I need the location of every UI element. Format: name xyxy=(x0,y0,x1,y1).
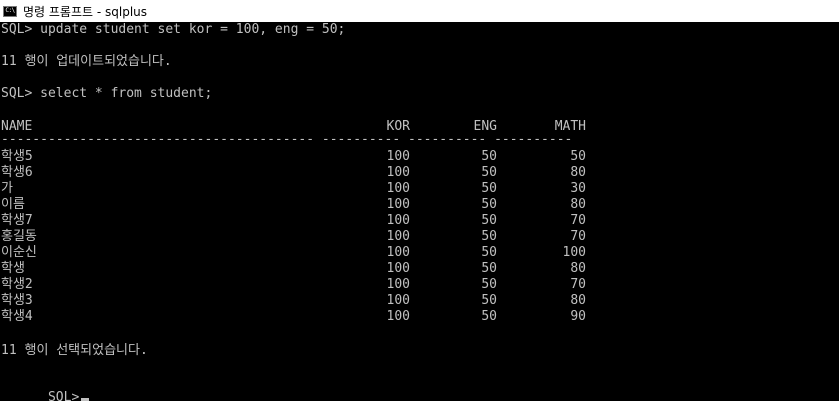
cell-eng: 50 xyxy=(481,181,497,196)
cell-name: 학생6 xyxy=(1,165,33,180)
cell-math: 70 xyxy=(570,213,586,228)
cell-math: 80 xyxy=(570,261,586,276)
cell-name: 학생2 xyxy=(1,277,33,292)
cell-kor: 100 xyxy=(386,309,410,324)
cell-math: 30 xyxy=(570,181,586,196)
cell-math: 70 xyxy=(570,277,586,292)
icon-label: C:\ xyxy=(5,7,15,14)
header-separator: ----------------------------------------… xyxy=(1,132,573,147)
cell-name: 가 xyxy=(1,181,13,196)
cell-eng: 50 xyxy=(481,149,497,164)
cell-math: 80 xyxy=(570,293,586,308)
table-row: 학생3 100 50 80 xyxy=(1,293,601,309)
cell-kor: 100 xyxy=(386,197,410,212)
cell-eng: 50 xyxy=(481,293,497,308)
cell-name: 이름 xyxy=(1,197,25,212)
cell-name: 이순신 xyxy=(1,245,37,260)
cell-kor: 100 xyxy=(386,277,410,292)
cell-eng: 50 xyxy=(481,277,497,292)
cell-kor: 100 xyxy=(386,149,410,164)
table-row: 이름 100 50 80 xyxy=(1,197,601,213)
update-command-line: SQL> update student set kor = 100, eng =… xyxy=(1,22,346,37)
cell-math: 50 xyxy=(570,149,586,164)
table-row: 가 100 50 30 xyxy=(1,181,601,197)
cell-eng: 50 xyxy=(481,197,497,212)
table-row: 이순신 100 50 100 xyxy=(1,245,601,261)
cell-name: 학생5 xyxy=(1,149,33,164)
cell-math: 80 xyxy=(570,197,586,212)
table-row: 학생5 100 50 50 xyxy=(1,149,601,165)
cell-kor: 100 xyxy=(386,213,410,228)
table-row: 학생6 100 50 80 xyxy=(1,165,601,181)
cell-kor: 100 xyxy=(386,229,410,244)
table-row: 학생7 100 50 70 xyxy=(1,213,601,229)
cell-math: 70 xyxy=(570,229,586,244)
table-row: 학생4 100 50 90 xyxy=(1,309,601,325)
cell-eng: 50 xyxy=(481,213,497,228)
console-output[interactable]: SQL> update student set kor = 100, eng =… xyxy=(0,22,839,401)
cell-eng: 50 xyxy=(481,229,497,244)
cell-eng: 50 xyxy=(481,261,497,276)
window-title: 명령 프롬프트 - sqlplus xyxy=(23,4,148,19)
table-row: 학생2 100 50 70 xyxy=(1,277,601,293)
select-command-line: SQL> select * from student; xyxy=(1,86,213,101)
cell-kor: 100 xyxy=(386,165,410,180)
cell-kor: 100 xyxy=(386,245,410,260)
table-row: 학생 100 50 80 xyxy=(1,261,601,277)
cell-name: 학생4 xyxy=(1,309,33,324)
command-prompt-window: C:\ 명령 프롬프트 - sqlplus SQL> update studen… xyxy=(0,0,839,401)
cell-name: 학생7 xyxy=(1,213,33,228)
cell-kor: 100 xyxy=(386,261,410,276)
cell-name: 학생 xyxy=(1,261,25,276)
cell-eng: 50 xyxy=(481,165,497,180)
cell-math: 80 xyxy=(570,165,586,180)
select-result-line: 11 행이 선택되었습니다. xyxy=(1,343,148,358)
cell-kor: 100 xyxy=(386,181,410,196)
title-bar[interactable]: C:\ 명령 프롬프트 - sqlplus xyxy=(0,0,839,22)
cell-name: 학생3 xyxy=(1,293,33,308)
prompt-line[interactable]: SQL> xyxy=(1,374,90,401)
cell-kor: 100 xyxy=(386,293,410,308)
cell-math: 100 xyxy=(562,245,586,260)
sql-prompt: SQL> xyxy=(47,390,80,401)
command-prompt-icon[interactable]: C:\ xyxy=(3,5,17,17)
cell-eng: 50 xyxy=(481,245,497,260)
cell-eng: 50 xyxy=(481,309,497,324)
cell-name: 홍길동 xyxy=(1,229,37,244)
cell-math: 90 xyxy=(570,309,586,324)
table-row: 홍길동 100 50 70 xyxy=(1,229,601,245)
update-result-line: 11 행이 업데이트되었습니다. xyxy=(1,54,172,69)
